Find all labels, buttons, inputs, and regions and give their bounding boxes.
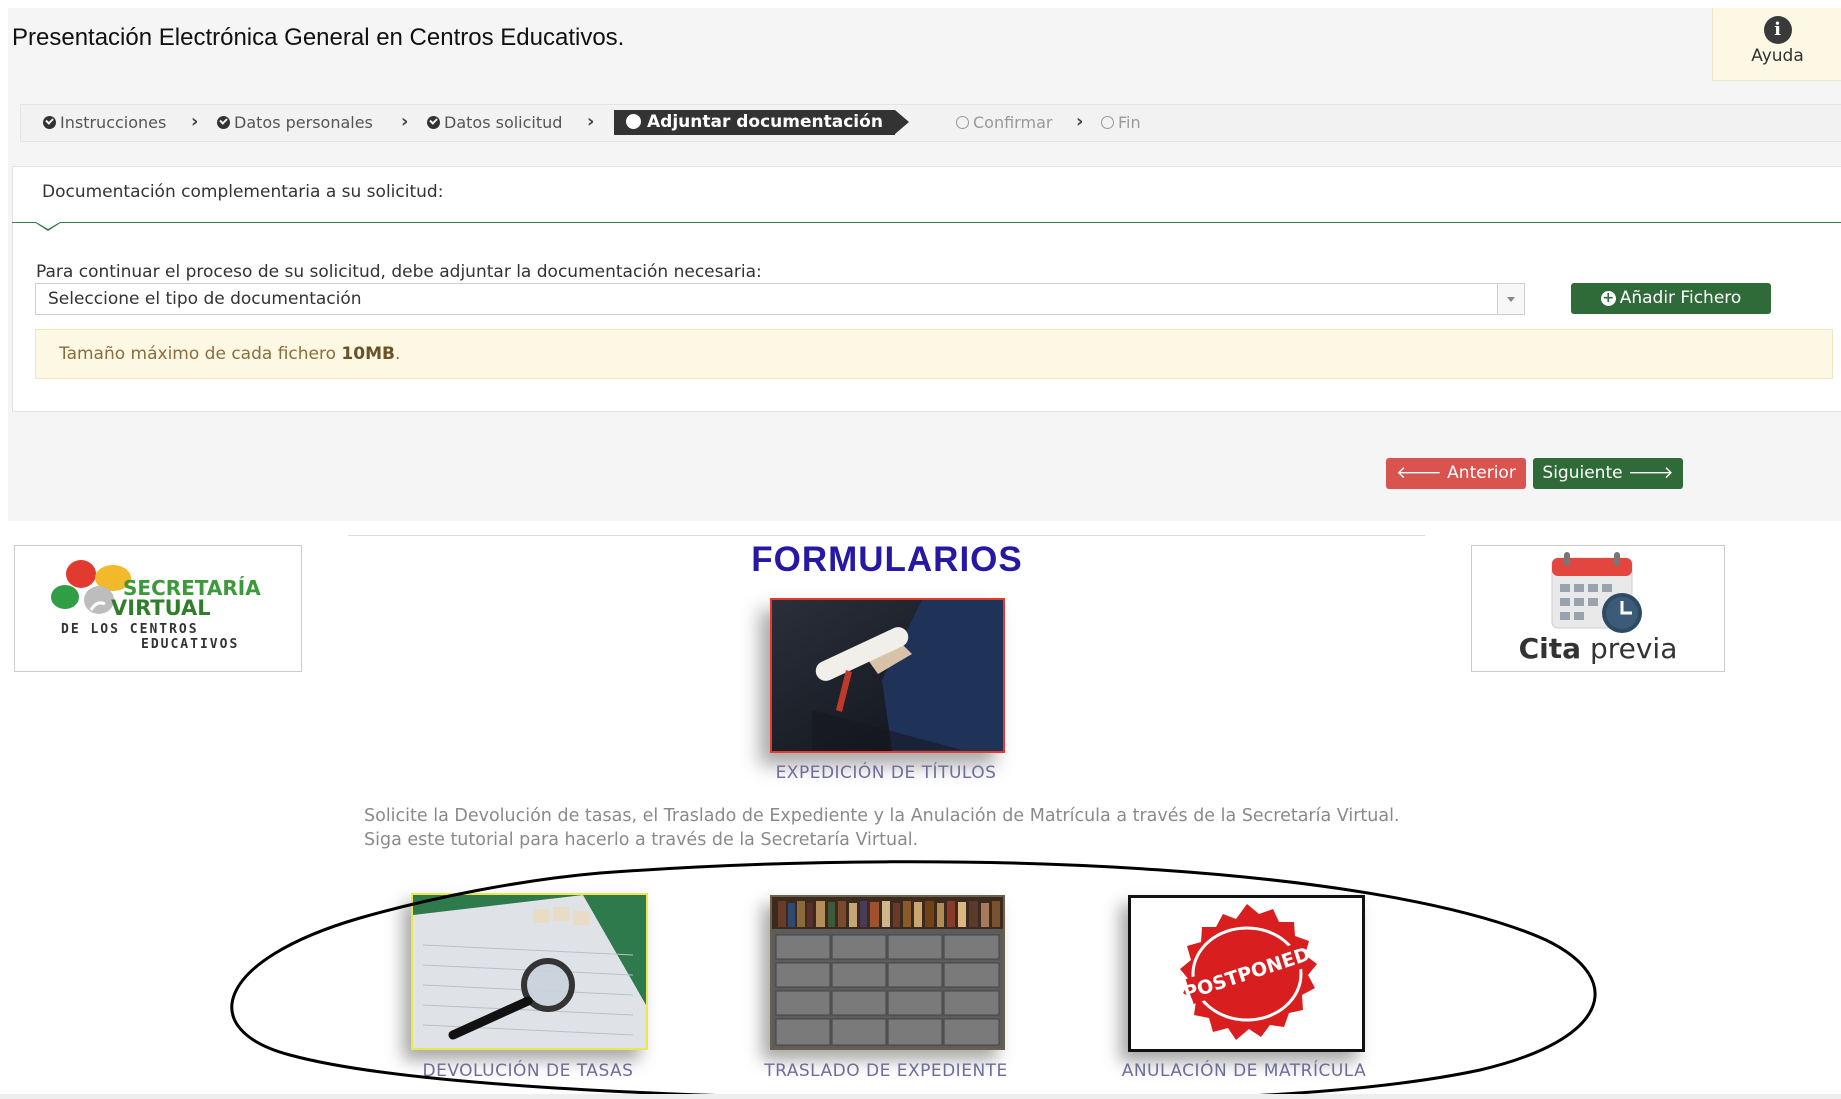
page-bottom-edge — [0, 1094, 1841, 1099]
annotation-ellipse — [230, 860, 1597, 1099]
